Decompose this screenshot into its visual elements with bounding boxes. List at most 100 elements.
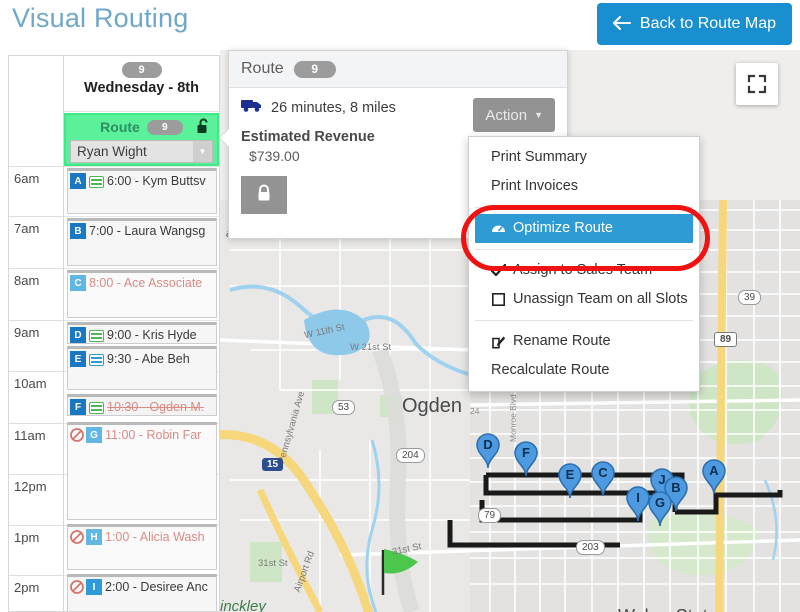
appointment-a-letter: A <box>70 173 86 189</box>
route-selector-badge: 9 <box>146 119 183 135</box>
grid-line-7am <box>64 216 219 217</box>
route-travel-summary: 26 minutes, 8 miles <box>271 99 396 116</box>
appointment-a-text: 6:00 - Kym Buttsv <box>107 174 206 188</box>
card-pointer-tail <box>220 129 229 147</box>
appointment-b-letter: B <box>70 223 86 239</box>
day-count-badge: 9 <box>121 62 162 78</box>
grid-line-8am <box>64 268 219 269</box>
schedule-body: 9 Wednesday - 8th Route 9 Ryan Wight ▼ A… <box>64 56 219 611</box>
no-entry-icon-h <box>70 530 84 544</box>
time-row-9am: 9am <box>9 320 63 371</box>
back-to-route-map-button[interactable]: Back to Route Map <box>596 3 792 45</box>
check-icon <box>491 263 506 278</box>
no-entry-icon-i <box>70 580 84 594</box>
appointment-f[interactable]: F 10:30 - Ogden M. <box>67 394 217 416</box>
appointment-i-text: 2:00 - Desiree Anc <box>105 580 208 594</box>
grid-line-6am <box>64 166 219 167</box>
chevron-down-icon: ▼ <box>193 141 212 162</box>
appointment-i[interactable]: I 2:00 - Desiree Anc <box>67 574 217 611</box>
appointment-i-letter: I <box>86 579 102 595</box>
appointment-d-text: 9:00 - Kris Hyde <box>107 328 197 342</box>
menu-item-recalculate-route-label: Recalculate Route <box>491 362 610 378</box>
appointment-h[interactable]: H 1:00 - Alicia Wash <box>67 524 217 570</box>
money-icon-f <box>89 401 104 414</box>
route-card-title: Route <box>241 60 284 77</box>
appointment-f-text: 10:30 - Ogden M. <box>107 400 205 414</box>
appointment-f-letter: F <box>70 399 86 415</box>
appointment-a[interactable]: A 6:00 - Kym Buttsv <box>67 168 217 214</box>
route-selector-header: Route 9 <box>70 117 213 137</box>
fullscreen-icon[interactable] <box>736 63 778 105</box>
checkbox-empty-icon <box>491 292 506 307</box>
schedule-time-column: 6am 7am 8am 9am 10am 11am 12pm 1pm 2pm <box>9 56 64 611</box>
money-icon-a <box>89 175 104 188</box>
time-row-7am: 7am <box>9 216 63 268</box>
action-dropdown-menu[interactable]: Print Summary Print Invoices Optimize Ro… <box>468 136 700 392</box>
schedule-panel[interactable]: 6am 7am 8am 9am 10am 11am 12pm 1pm 2pm 9… <box>8 55 220 612</box>
menu-divider-1 <box>475 207 693 208</box>
back-to-route-map-label: Back to Route Map <box>639 15 776 32</box>
menu-item-optimize-route-label: Optimize Route <box>513 220 613 236</box>
truck-icon <box>241 98 263 117</box>
menu-item-assign-to-sales-team-label: Assign to Sales Team <box>513 262 653 278</box>
driver-select-value: Ryan Wight <box>77 144 147 159</box>
appointment-h-letter: H <box>86 529 102 545</box>
appointment-b[interactable]: B 7:00 - Laura Wangsg <box>67 218 217 266</box>
action-button[interactable]: Action ▼ <box>473 98 555 132</box>
appointment-h-text: 1:00 - Alicia Wash <box>105 530 205 544</box>
menu-item-rename-route-label: Rename Route <box>513 333 611 349</box>
menu-item-print-invoices-label: Print Invoices <box>491 178 579 194</box>
appointment-e-letter: E <box>70 351 86 367</box>
route-selector-label: Route <box>100 119 140 135</box>
menu-divider-3 <box>475 320 693 321</box>
pencil-square-icon <box>491 334 506 349</box>
money-icon-d <box>89 329 104 342</box>
driver-select[interactable]: Ryan Wight ▼ <box>70 140 213 163</box>
caret-down-icon: ▼ <box>534 110 543 120</box>
time-row-8am: 8am <box>9 268 63 320</box>
time-row-2pm: 2pm <box>9 575 63 611</box>
time-row-11am: 11am <box>9 423 63 474</box>
grid-line-9am <box>64 320 219 321</box>
menu-item-unassign-team-all-slots[interactable]: Unassign Team on all Slots <box>469 285 699 314</box>
time-row-6am: 6am <box>9 166 63 216</box>
time-row-12pm: 12pm <box>9 474 63 525</box>
route-card-header: Route 9 <box>229 51 567 88</box>
visual-routing-screen: Visual Routing Back to Route Map W 21st … <box>0 0 800 612</box>
route-card-badge: 9 <box>293 60 336 78</box>
money-icon-e <box>89 353 104 366</box>
appointment-e-text: 9:30 - Abe Beh <box>107 352 190 366</box>
menu-item-assign-to-sales-team[interactable]: Assign to Sales Team <box>469 256 699 285</box>
appointment-g-text: 11:00 - Robin Far <box>105 428 202 442</box>
time-row-10am: 10am <box>9 371 63 423</box>
appointment-e[interactable]: E 9:30 - Abe Beh <box>67 346 217 390</box>
menu-divider-2 <box>475 249 693 250</box>
appointment-c[interactable]: C 8:00 - Ace Associate <box>67 270 217 318</box>
menu-item-optimize-route[interactable]: Optimize Route <box>475 214 693 243</box>
action-button-label: Action <box>485 106 528 124</box>
lock-route-button[interactable] <box>241 176 287 214</box>
day-header: 9 Wednesday - 8th <box>64 56 219 112</box>
appointment-c-text: 8:00 - Ace Associate <box>89 276 203 290</box>
menu-item-print-summary[interactable]: Print Summary <box>469 143 699 172</box>
appointment-c-letter: C <box>70 275 86 291</box>
appointment-d-letter: D <box>70 327 86 343</box>
speedometer-icon <box>491 221 506 236</box>
lock-closed-icon <box>256 184 272 207</box>
menu-item-recalculate-route[interactable]: Recalculate Route <box>469 356 699 385</box>
appointment-d[interactable]: D 9:00 - Kris Hyde <box>67 322 217 344</box>
lock-open-icon[interactable] <box>197 118 210 134</box>
menu-item-unassign-team-all-slots-label: Unassign Team on all Slots <box>513 291 688 307</box>
appointment-b-text: 7:00 - Laura Wangsg <box>89 224 206 238</box>
arrow-left-icon <box>612 15 631 34</box>
appointment-g[interactable]: G 11:00 - Robin Far <box>67 422 217 520</box>
appointment-g-letter: G <box>86 427 102 443</box>
page-title: Visual Routing <box>12 3 189 33</box>
menu-item-rename-route[interactable]: Rename Route <box>469 327 699 356</box>
menu-item-print-invoices[interactable]: Print Invoices <box>469 172 699 201</box>
time-row-1pm: 1pm <box>9 525 63 575</box>
day-name-label: Wednesday - 8th <box>84 80 199 96</box>
no-entry-icon-g <box>70 428 84 442</box>
route-selector[interactable]: Route 9 Ryan Wight ▼ <box>64 113 219 166</box>
menu-item-print-summary-label: Print Summary <box>491 149 587 165</box>
